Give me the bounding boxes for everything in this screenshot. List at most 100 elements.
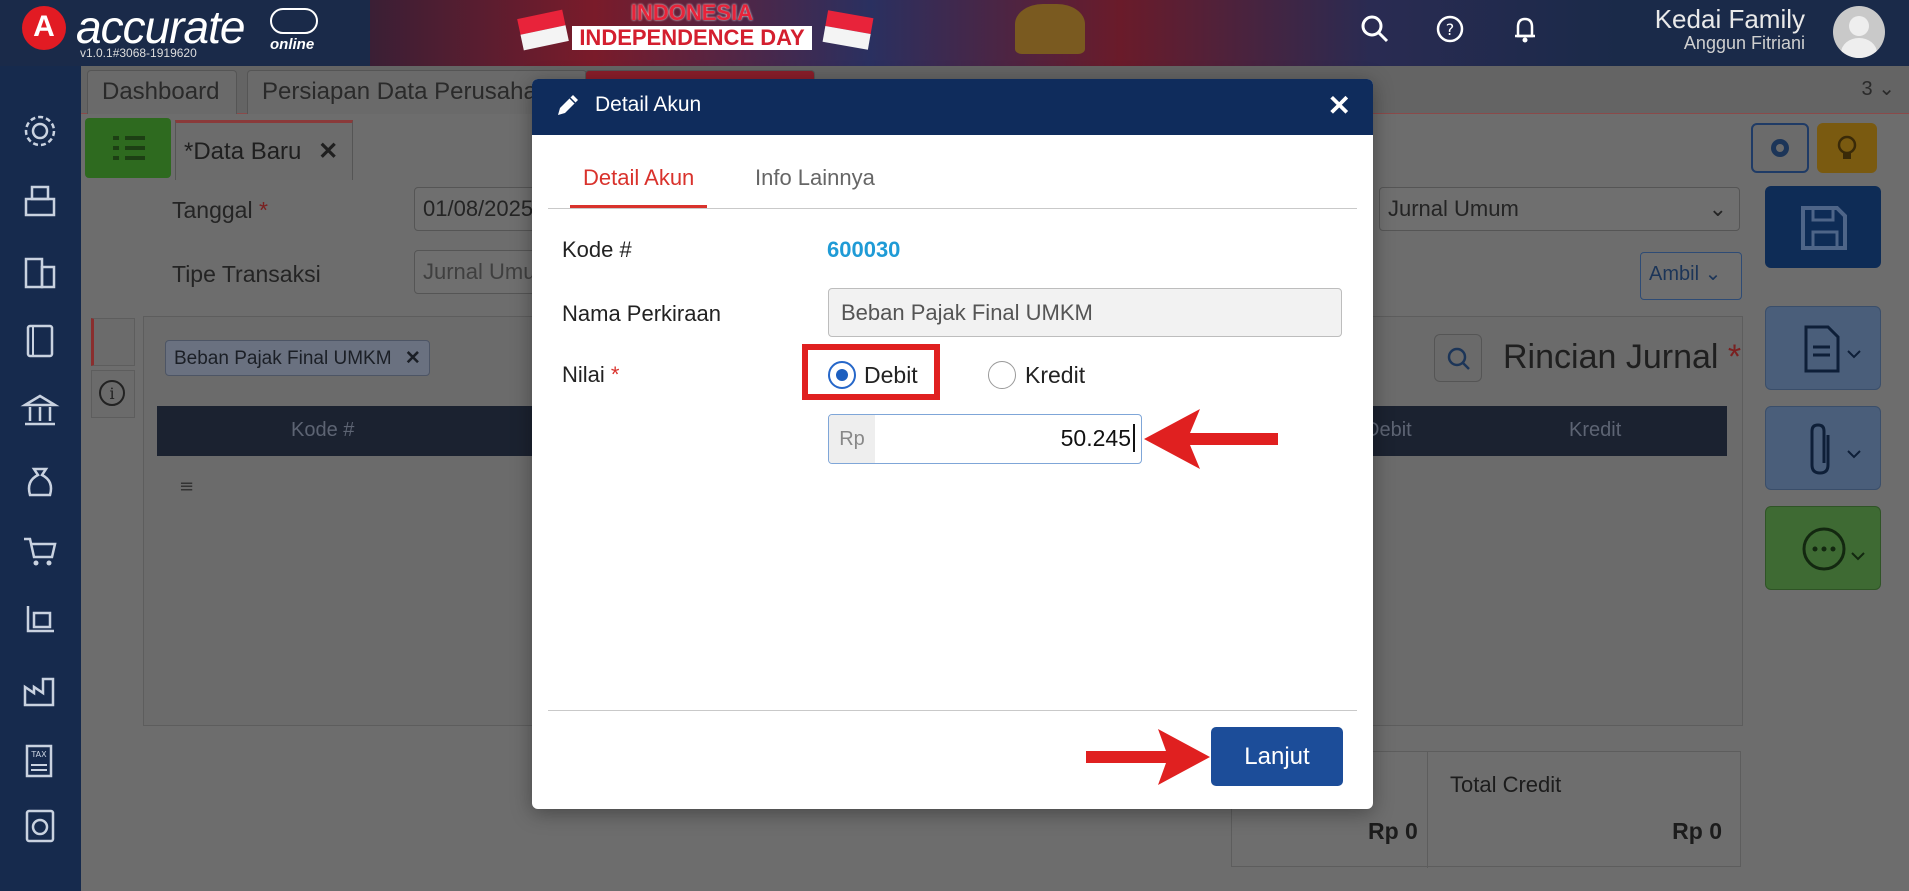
doc-icon[interactable] [91, 318, 135, 366]
ambil-label: Ambil [1649, 263, 1700, 285]
amount-value[interactable]: 50.245 [1061, 424, 1135, 452]
close-icon[interactable]: ✕ [1328, 89, 1351, 122]
logo-subtext: online [270, 36, 315, 53]
currency-prefix: Rp [829, 415, 875, 463]
chevron-down-icon: ⌄ [1708, 196, 1727, 221]
save-button[interactable] [1765, 186, 1881, 268]
close-icon[interactable]: ✕ [318, 138, 338, 165]
fax-icon[interactable] [20, 181, 60, 221]
attachment-button[interactable] [1765, 406, 1881, 490]
tab-info-lainnya[interactable]: Info Lainnya [755, 165, 875, 205]
modal-header: Detail Akun ✕ [532, 79, 1373, 135]
kode-label: Kode # [562, 237, 632, 262]
gear-icon [1771, 139, 1789, 157]
modal-tabs: Detail Akun Info Lainnya [548, 135, 1357, 209]
settings-button[interactable] [1751, 123, 1809, 173]
report-icon[interactable] [20, 806, 60, 846]
banner-title: INDONESIA INDEPENDENCE DAY [572, 0, 812, 50]
doc-tab-label: *Data Baru [184, 138, 302, 165]
total-debit-value: Rp 0 [1368, 818, 1418, 844]
debit-radio[interactable] [828, 361, 856, 389]
list-icon [113, 136, 145, 160]
modal-divider [548, 710, 1357, 711]
document-icon [1804, 325, 1861, 373]
required-marker: * [610, 362, 620, 387]
banner-line-1: INDONESIA [630, 0, 754, 25]
help-icon[interactable]: ? [1435, 14, 1465, 44]
sidebar: TAX [0, 66, 81, 891]
more-options-button[interactable] [1765, 506, 1881, 590]
svg-text:?: ? [1446, 20, 1455, 39]
cloud-icon [270, 8, 318, 34]
building-icon[interactable] [20, 251, 60, 291]
nilai-label-text: Nilai [562, 362, 605, 387]
document-menu-button[interactable] [1765, 306, 1881, 390]
banner-line-2: INDEPENDENCE DAY [572, 26, 812, 50]
trolley-icon[interactable] [20, 601, 60, 641]
book-icon[interactable] [20, 321, 60, 361]
amount-input[interactable]: Rp 50.245 [828, 414, 1142, 464]
total-credit-label: Total Credit [1450, 772, 1562, 797]
tips-button[interactable] [1817, 123, 1877, 173]
nilai-label: Nilai * [562, 362, 619, 388]
pencil-icon [558, 95, 578, 115]
avatar[interactable] [1833, 6, 1885, 58]
search-account-button[interactable] [1434, 334, 1482, 382]
close-icon[interactable]: ✕ [405, 348, 421, 369]
arrow-right-icon [1086, 729, 1210, 785]
nama-perkiraan-input[interactable]: Beban Pajak Final UMKM [828, 288, 1342, 337]
cart-icon[interactable] [20, 531, 60, 571]
kode-value: 600030 [827, 237, 901, 262]
search-icon [1447, 347, 1470, 370]
chip-label: Beban Pajak Final UMKM [174, 348, 392, 369]
tipe-transaksi-label: Tipe Transaksi [172, 261, 321, 287]
doc-tab-data-baru[interactable]: *Data Baru ✕ [175, 120, 353, 180]
money-bag-icon[interactable] [20, 461, 60, 501]
tax-icon[interactable]: TAX [20, 741, 60, 781]
rincian-title-text: Rincian Jurnal [1503, 338, 1719, 376]
ambil-button[interactable]: Ambil ⌄ [1640, 252, 1742, 300]
tab-detail-akun[interactable]: Detail Akun [570, 165, 708, 208]
factory-icon[interactable] [20, 671, 60, 711]
lanjut-button[interactable]: Lanjut [1211, 727, 1343, 786]
paperclip-icon [1810, 423, 1861, 475]
tanggal-label: Tanggal * [172, 197, 268, 223]
modal-title: Detail Akun [595, 93, 702, 116]
jurnal-select[interactable]: Jurnal Umum ⌄ [1379, 187, 1740, 231]
selected-account-chip[interactable]: Beban Pajak Final UMKM ✕ [165, 340, 430, 376]
debit-radio-label[interactable]: Debit [864, 362, 918, 389]
svg-text:i: i [109, 384, 114, 403]
lightbulb-icon [1837, 135, 1857, 159]
user-name: Anggun Fitriani [1683, 33, 1805, 53]
svg-text:TAX: TAX [30, 750, 47, 759]
save-icon [1801, 206, 1847, 250]
tab-count-value: 3 [1861, 78, 1873, 100]
kredit-radio-label[interactable]: Kredit [1025, 362, 1085, 389]
info-icon[interactable]: i [91, 370, 135, 418]
total-credit-value: Rp 0 [1672, 818, 1722, 844]
menu-icon[interactable]: ≡ [179, 476, 194, 497]
accurate-logo-icon: A [22, 6, 66, 50]
company-name: Kedai Family [1654, 4, 1805, 34]
jurnal-select-value: Jurnal Umum [1388, 196, 1519, 221]
gear-icon[interactable] [20, 111, 60, 151]
bank-icon[interactable] [20, 391, 60, 431]
app-header: A accurate online v1.0.1#3068-1919620 IN… [0, 0, 1909, 66]
tab-count[interactable]: 3 ⌄ [1862, 76, 1895, 101]
tanggal-label-text: Tanggal [172, 197, 253, 223]
app-version: v1.0.1#3068-1919620 [80, 46, 197, 60]
more-icon [1802, 527, 1865, 571]
tab-dashboard[interactable]: Dashboard [87, 70, 237, 114]
nama-perkiraan-label: Nama Perkiraan [562, 301, 721, 326]
arrow-left-icon [1144, 409, 1278, 469]
list-view-button[interactable] [85, 118, 171, 178]
col-kredit: Kredit [1569, 419, 1622, 441]
company-info[interactable]: Kedai Family Anggun Fitriani [1655, 4, 1805, 54]
detail-akun-modal: Detail Akun ✕ Detail Akun Info Lainnya K… [532, 79, 1373, 809]
bell-icon[interactable] [1510, 14, 1540, 44]
rincian-title: Rincian Jurnal * [1503, 338, 1742, 376]
kredit-radio[interactable] [988, 361, 1016, 389]
search-icon[interactable] [1360, 14, 1390, 44]
garuda-emblem-icon [1015, 4, 1085, 54]
col-kode: Kode # [291, 419, 355, 441]
